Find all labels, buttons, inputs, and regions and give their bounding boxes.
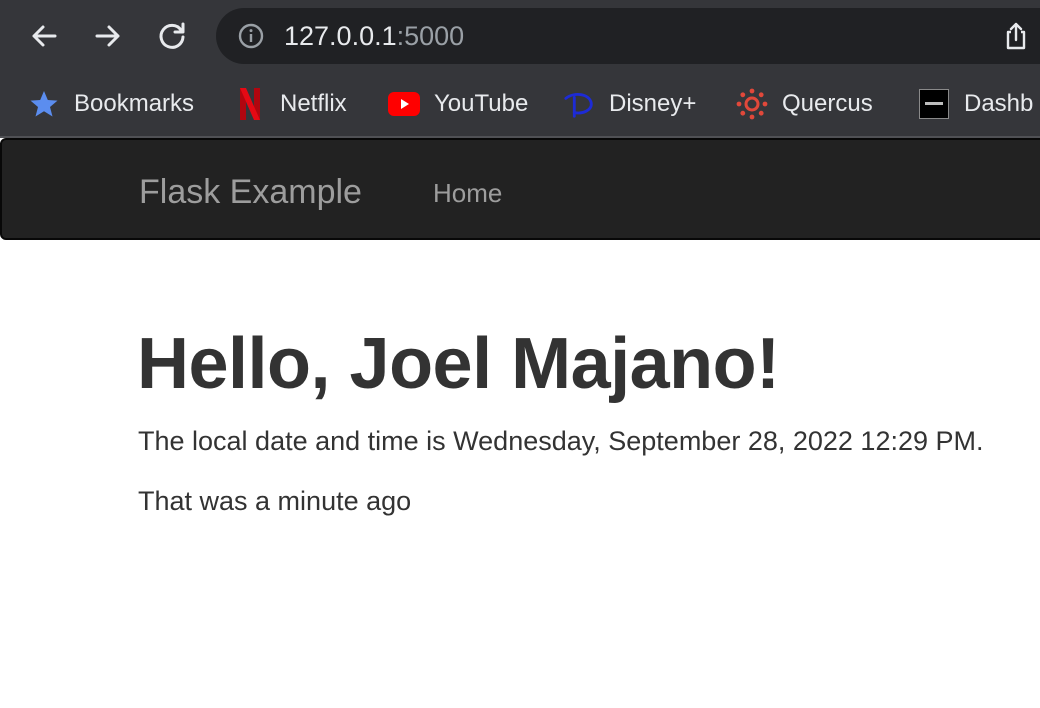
share-icon[interactable] bbox=[1000, 20, 1032, 52]
page-title: Hello, Joel Majano! bbox=[137, 324, 780, 404]
disney-plus-icon bbox=[563, 88, 595, 120]
bookmark-quercus[interactable]: Quercus bbox=[736, 86, 873, 122]
bookmark-bookmarks[interactable]: Bookmarks bbox=[28, 86, 194, 122]
bookmark-label: YouTube bbox=[434, 90, 529, 117]
bookmark-netflix[interactable]: Netflix bbox=[234, 86, 347, 122]
navbar-brand[interactable]: Flask Example bbox=[139, 172, 362, 212]
bookmark-label: Disney+ bbox=[609, 90, 697, 117]
bookmark-dashboard[interactable]: Dashb bbox=[918, 86, 1033, 122]
back-arrow-icon bbox=[32, 25, 57, 47]
url-text[interactable]: 127.0.0.1:5000 bbox=[284, 20, 464, 52]
netflix-icon bbox=[234, 88, 266, 120]
browser-toolbar: 127.0.0.1:5000 bbox=[0, 0, 1040, 72]
forward-arrow-icon bbox=[95, 25, 120, 47]
relative-time-text: That was a minute ago bbox=[138, 486, 412, 516]
bookmark-youtube[interactable]: YouTube bbox=[388, 86, 528, 122]
back-button[interactable] bbox=[24, 16, 64, 56]
info-icon[interactable] bbox=[238, 23, 264, 49]
bookmark-label: Dashb bbox=[964, 90, 1034, 117]
site-navbar: Flask Example Home bbox=[0, 138, 1040, 240]
reload-icon bbox=[159, 22, 185, 49]
bookmark-label: Bookmarks bbox=[74, 90, 195, 117]
url-port: :5000 bbox=[396, 21, 465, 51]
bookmark-label: Netflix bbox=[280, 90, 347, 117]
youtube-icon bbox=[388, 88, 420, 120]
bookmarks-bar: Bookmarks Netflix YouTube Disney+ Quercu… bbox=[0, 72, 1040, 138]
bookmark-disney-plus[interactable]: Disney+ bbox=[563, 86, 696, 122]
reload-button[interactable] bbox=[152, 16, 192, 56]
star-icon bbox=[28, 88, 60, 120]
dashboard-icon bbox=[918, 88, 950, 120]
bookmark-label: Quercus bbox=[782, 90, 873, 117]
forward-button[interactable] bbox=[88, 16, 128, 56]
url-host: 127.0.0.1 bbox=[284, 21, 397, 51]
nav-link-home[interactable]: Home bbox=[433, 177, 502, 209]
address-bar[interactable]: 127.0.0.1:5000 bbox=[216, 8, 1040, 64]
local-datetime-text: The local date and time is Wednesday, Se… bbox=[138, 426, 984, 456]
quercus-icon bbox=[736, 88, 768, 120]
